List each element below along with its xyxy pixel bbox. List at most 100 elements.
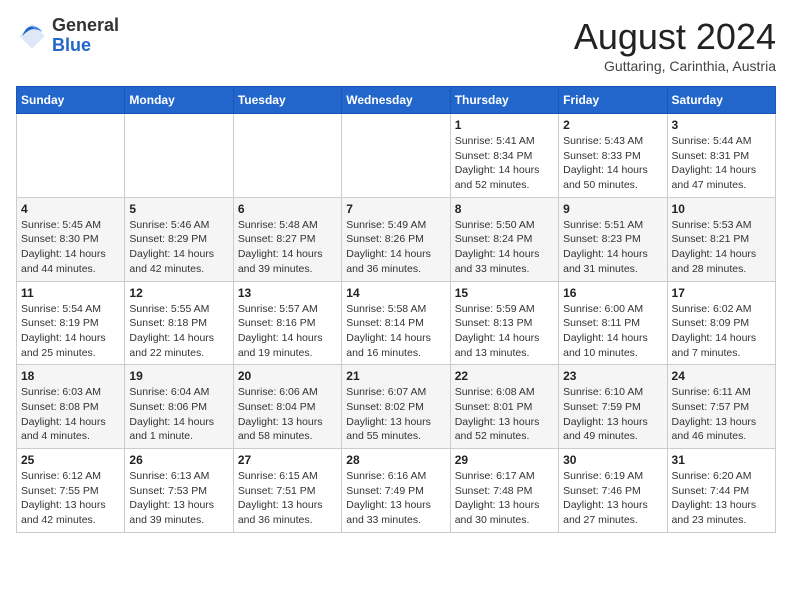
day-number: 19 xyxy=(129,369,228,383)
calendar-cell: 28 Sunrise: 6:16 AM Sunset: 7:49 PM Dayli… xyxy=(342,449,450,533)
day-number: 9 xyxy=(563,202,662,216)
day-info: Sunrise: 6:08 AM Sunset: 8:01 PM Dayligh… xyxy=(455,385,554,444)
calendar-week-row: 1 Sunrise: 5:41 AM Sunset: 8:34 PM Daylig… xyxy=(17,114,776,198)
calendar-cell xyxy=(17,114,125,198)
day-info: Sunrise: 5:44 AM Sunset: 8:31 PM Dayligh… xyxy=(672,134,771,193)
day-info: Sunrise: 5:59 AM Sunset: 8:13 PM Dayligh… xyxy=(455,302,554,361)
day-info: Sunrise: 5:55 AM Sunset: 8:18 PM Dayligh… xyxy=(129,302,228,361)
day-info: Sunrise: 6:16 AM Sunset: 7:49 PM Dayligh… xyxy=(346,469,445,528)
page-header: General Blue August 2024 Guttaring, Cari… xyxy=(16,16,776,74)
calendar-week-row: 25 Sunrise: 6:12 AM Sunset: 7:55 PM Dayli… xyxy=(17,449,776,533)
calendar-cell: 29Sunrise: 6:17 AM Sunset: 7:48 PM Dayli… xyxy=(450,449,558,533)
day-info: Sunrise: 5:53 AM Sunset: 8:21 PM Dayligh… xyxy=(672,218,771,277)
day-number: 18 xyxy=(21,369,120,383)
calendar-cell: 2Sunrise: 5:43 AM Sunset: 8:33 PM Daylig… xyxy=(559,114,667,198)
calendar-day-header: Sunday xyxy=(17,87,125,114)
day-info: Sunrise: 5:50 AM Sunset: 8:24 PM Dayligh… xyxy=(455,218,554,277)
calendar-cell: 20Sunrise: 6:06 AM Sunset: 8:04 PM Dayli… xyxy=(233,365,341,449)
calendar-cell: 10 Sunrise: 5:53 AM Sunset: 8:21 PM Dayli… xyxy=(667,197,775,281)
day-number: 5 xyxy=(129,202,228,216)
day-number: 22 xyxy=(455,369,554,383)
day-number: 28 xyxy=(346,453,445,467)
day-info: Sunrise: 5:46 AM Sunset: 8:29 PM Dayligh… xyxy=(129,218,228,277)
calendar-cell xyxy=(233,114,341,198)
day-info: Sunrise: 5:54 AM Sunset: 8:19 PM Dayligh… xyxy=(21,302,120,361)
calendar-cell xyxy=(342,114,450,198)
calendar-cell: 23 Sunrise: 6:10 AM Sunset: 7:59 PM Dayli… xyxy=(559,365,667,449)
calendar-day-header: Saturday xyxy=(667,87,775,114)
day-info: Sunrise: 6:12 AM Sunset: 7:55 PM Dayligh… xyxy=(21,469,120,528)
calendar-cell: 6 Sunrise: 5:48 AM Sunset: 8:27 PM Daylig… xyxy=(233,197,341,281)
calendar-cell: 31 Sunrise: 6:20 AM Sunset: 7:44 PM Dayli… xyxy=(667,449,775,533)
calendar-day-header: Tuesday xyxy=(233,87,341,114)
day-number: 20 xyxy=(238,369,337,383)
day-info: Sunrise: 6:13 AM Sunset: 7:53 PM Dayligh… xyxy=(129,469,228,528)
day-info: Sunrise: 5:58 AM Sunset: 8:14 PM Dayligh… xyxy=(346,302,445,361)
calendar-cell: 1 Sunrise: 5:41 AM Sunset: 8:34 PM Daylig… xyxy=(450,114,558,198)
calendar-day-header: Thursday xyxy=(450,87,558,114)
day-number: 23 xyxy=(563,369,662,383)
day-info: Sunrise: 5:45 AM Sunset: 8:30 PM Dayligh… xyxy=(21,218,120,277)
calendar-cell: 26Sunrise: 6:13 AM Sunset: 7:53 PM Dayli… xyxy=(125,449,233,533)
calendar-cell: 3 Sunrise: 5:44 AM Sunset: 8:31 PM Daylig… xyxy=(667,114,775,198)
day-info: Sunrise: 6:04 AM Sunset: 8:06 PM Dayligh… xyxy=(129,385,228,444)
calendar-cell: 16 Sunrise: 6:00 AM Sunset: 8:11 PM Dayli… xyxy=(559,281,667,365)
day-number: 2 xyxy=(563,118,662,132)
day-info: Sunrise: 6:02 AM Sunset: 8:09 PM Dayligh… xyxy=(672,302,771,361)
title-block: August 2024 Guttaring, Carinthia, Austri… xyxy=(574,16,776,74)
day-info: Sunrise: 6:19 AM Sunset: 7:46 PM Dayligh… xyxy=(563,469,662,528)
calendar-cell: 27Sunrise: 6:15 AM Sunset: 7:51 PM Dayli… xyxy=(233,449,341,533)
day-number: 16 xyxy=(563,286,662,300)
calendar-week-row: 18 Sunrise: 6:03 AM Sunset: 8:08 PM Dayli… xyxy=(17,365,776,449)
day-info: Sunrise: 6:07 AM Sunset: 8:02 PM Dayligh… xyxy=(346,385,445,444)
calendar-cell: 21 Sunrise: 6:07 AM Sunset: 8:02 PM Dayli… xyxy=(342,365,450,449)
day-number: 7 xyxy=(346,202,445,216)
calendar-week-row: 4 Sunrise: 5:45 AM Sunset: 8:30 PM Daylig… xyxy=(17,197,776,281)
day-info: Sunrise: 6:10 AM Sunset: 7:59 PM Dayligh… xyxy=(563,385,662,444)
calendar-day-header: Friday xyxy=(559,87,667,114)
day-info: Sunrise: 6:00 AM Sunset: 8:11 PM Dayligh… xyxy=(563,302,662,361)
day-number: 11 xyxy=(21,286,120,300)
calendar-cell: 17 Sunrise: 6:02 AM Sunset: 8:09 PM Dayli… xyxy=(667,281,775,365)
day-info: Sunrise: 6:11 AM Sunset: 7:57 PM Dayligh… xyxy=(672,385,771,444)
calendar-cell: 18 Sunrise: 6:03 AM Sunset: 8:08 PM Dayli… xyxy=(17,365,125,449)
day-info: Sunrise: 5:51 AM Sunset: 8:23 PM Dayligh… xyxy=(563,218,662,277)
calendar-cell: 15 Sunrise: 5:59 AM Sunset: 8:13 PM Dayli… xyxy=(450,281,558,365)
month-title: August 2024 xyxy=(574,16,776,58)
calendar-cell: 30 Sunrise: 6:19 AM Sunset: 7:46 PM Dayli… xyxy=(559,449,667,533)
calendar-cell: 14Sunrise: 5:58 AM Sunset: 8:14 PM Dayli… xyxy=(342,281,450,365)
calendar-day-header: Monday xyxy=(125,87,233,114)
logo: General Blue xyxy=(16,16,119,56)
day-info: Sunrise: 5:57 AM Sunset: 8:16 PM Dayligh… xyxy=(238,302,337,361)
day-number: 17 xyxy=(672,286,771,300)
day-info: Sunrise: 5:41 AM Sunset: 8:34 PM Dayligh… xyxy=(455,134,554,193)
day-number: 1 xyxy=(455,118,554,132)
logo-icon xyxy=(16,20,48,52)
day-info: Sunrise: 6:03 AM Sunset: 8:08 PM Dayligh… xyxy=(21,385,120,444)
day-number: 4 xyxy=(21,202,120,216)
calendar-cell: 5 Sunrise: 5:46 AM Sunset: 8:29 PM Daylig… xyxy=(125,197,233,281)
logo-text: General Blue xyxy=(52,16,119,56)
calendar-cell: 13 Sunrise: 5:57 AM Sunset: 8:16 PM Dayli… xyxy=(233,281,341,365)
calendar-table: SundayMondayTuesdayWednesdayThursdayFrid… xyxy=(16,86,776,533)
calendar-cell: 12Sunrise: 5:55 AM Sunset: 8:18 PM Dayli… xyxy=(125,281,233,365)
day-number: 13 xyxy=(238,286,337,300)
calendar-cell: 11 Sunrise: 5:54 AM Sunset: 8:19 PM Dayli… xyxy=(17,281,125,365)
day-number: 3 xyxy=(672,118,771,132)
day-info: Sunrise: 6:20 AM Sunset: 7:44 PM Dayligh… xyxy=(672,469,771,528)
day-number: 21 xyxy=(346,369,445,383)
day-number: 6 xyxy=(238,202,337,216)
day-number: 24 xyxy=(672,369,771,383)
calendar-day-header: Wednesday xyxy=(342,87,450,114)
day-info: Sunrise: 5:48 AM Sunset: 8:27 PM Dayligh… xyxy=(238,218,337,277)
day-number: 29 xyxy=(455,453,554,467)
day-number: 10 xyxy=(672,202,771,216)
calendar-cell: 22 Sunrise: 6:08 AM Sunset: 8:01 PM Dayli… xyxy=(450,365,558,449)
day-number: 31 xyxy=(672,453,771,467)
day-number: 15 xyxy=(455,286,554,300)
calendar-header-row: SundayMondayTuesdayWednesdayThursdayFrid… xyxy=(17,87,776,114)
calendar-cell: 9 Sunrise: 5:51 AM Sunset: 8:23 PM Daylig… xyxy=(559,197,667,281)
day-number: 30 xyxy=(563,453,662,467)
calendar-week-row: 11 Sunrise: 5:54 AM Sunset: 8:19 PM Dayli… xyxy=(17,281,776,365)
day-number: 25 xyxy=(21,453,120,467)
